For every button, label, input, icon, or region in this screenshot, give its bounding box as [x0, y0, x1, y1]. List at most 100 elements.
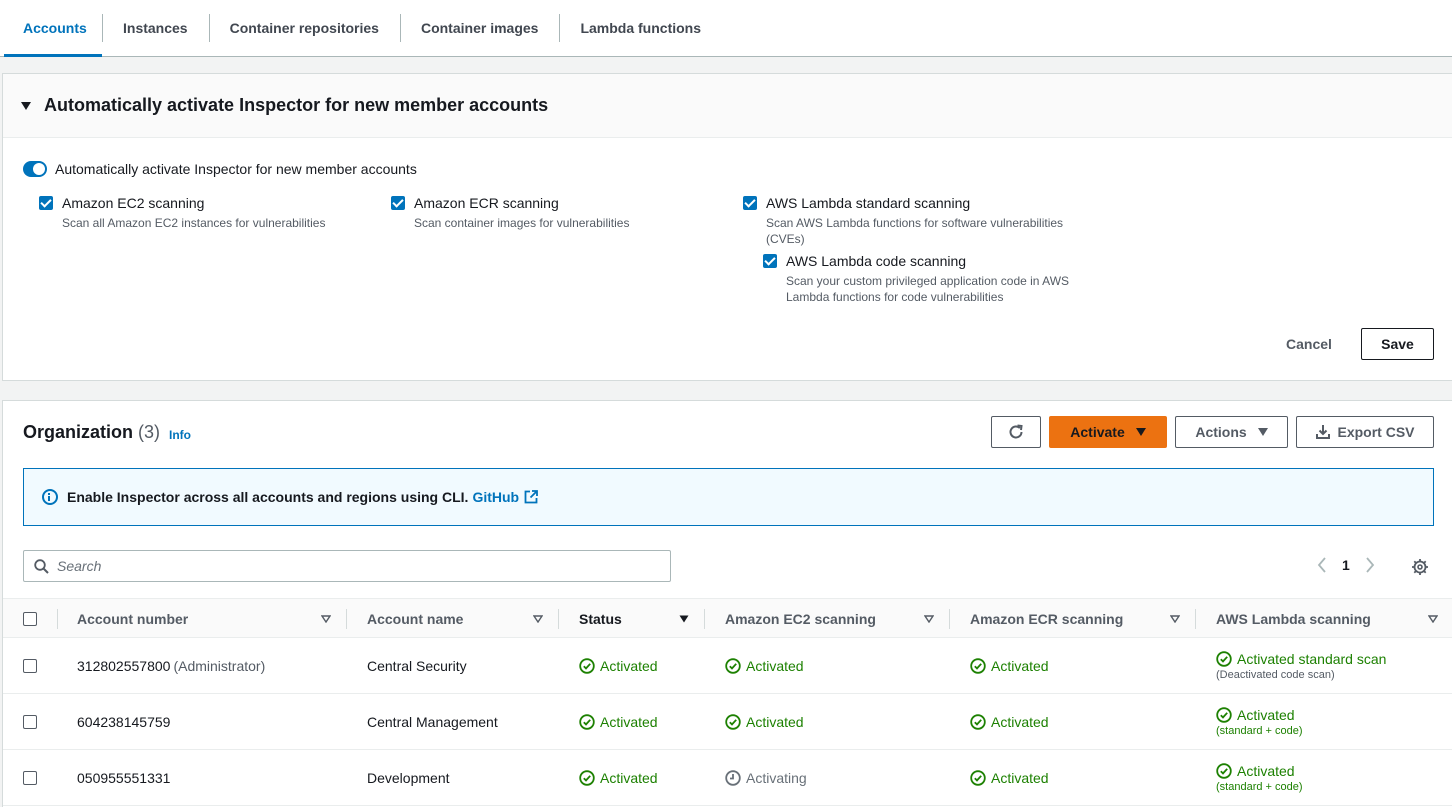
- column-status[interactable]: Status: [579, 599, 622, 638]
- column-separator: [1195, 609, 1196, 629]
- account-number: 050955551331: [77, 769, 171, 786]
- lambda-standard-scanning-checkbox[interactable]: [743, 196, 757, 210]
- tab-accounts[interactable]: Accounts: [0, 0, 102, 57]
- check-circle-icon: [1216, 762, 1232, 779]
- account-number-cell: 050955551331: [77, 750, 170, 805]
- status-cell: Activated: [579, 694, 658, 749]
- external-link-icon[interactable]: [524, 490, 538, 504]
- auto-activate-toggle[interactable]: [23, 161, 47, 177]
- sort-icon[interactable]: [679, 615, 689, 623]
- check-circle-icon: [1216, 650, 1232, 667]
- chevron-right-icon[interactable]: [1365, 557, 1375, 573]
- tab-container-repositories[interactable]: Container repositories: [208, 0, 400, 56]
- column-separator: [949, 609, 950, 629]
- export-csv-button[interactable]: Export CSV: [1296, 416, 1434, 448]
- organization-panel: Organization (3) Info Activate Actions E…: [2, 400, 1452, 807]
- table-row[interactable]: 604238145759 Central Management Activate…: [3, 694, 1452, 750]
- row-checkbox[interactable]: [23, 658, 37, 673]
- column-separator: [704, 609, 705, 629]
- caret-down-icon: [1257, 428, 1268, 436]
- ec2-cell: Activated: [725, 638, 804, 693]
- ecr-status-text: Activated: [991, 713, 1049, 730]
- account-number: 604238145759: [77, 713, 171, 730]
- auto-activate-toggle-label: Automatically activate Inspector for new…: [55, 161, 417, 177]
- check-circle-icon: [579, 769, 595, 786]
- ecr-status-text: Activated: [991, 769, 1049, 786]
- sort-icon[interactable]: [1170, 615, 1180, 623]
- ecr-scanning-option: Amazon ECR scanning Scan container image…: [391, 195, 629, 231]
- search-box: [23, 550, 671, 582]
- auto-activate-header[interactable]: Automatically activate Inspector for new…: [3, 74, 1452, 138]
- check-circle-icon: [970, 657, 986, 674]
- lambda-standard-scanning-label: AWS Lambda standard scanning: [766, 195, 971, 211]
- lambda-code-scanning-checkbox[interactable]: [763, 254, 777, 268]
- check-circle-icon: [1216, 706, 1232, 723]
- organization-count: (3): [138, 422, 161, 442]
- lambda-status-text: Activated: [1237, 762, 1295, 779]
- check-circle-icon: [970, 713, 986, 730]
- activate-button-label: Activate: [1070, 424, 1125, 440]
- column-account-name[interactable]: Account name: [367, 599, 463, 638]
- ec2-scanning-option: Amazon EC2 scanning Scan all Amazon EC2 …: [39, 195, 325, 231]
- auto-activate-toggle-row: Automatically activate Inspector for new…: [23, 161, 417, 177]
- ecr-cell: Activated: [970, 638, 1049, 693]
- table-row[interactable]: 050955551331 Development Activated Activ…: [3, 750, 1452, 806]
- actions-button-label: Actions: [1195, 424, 1247, 440]
- info-link[interactable]: Info: [169, 428, 191, 442]
- tab-container-images[interactable]: Container images: [399, 0, 559, 56]
- sort-icon[interactable]: [533, 615, 543, 623]
- ec2-status-text: Activating: [746, 769, 807, 786]
- check-circle-icon: [725, 713, 741, 730]
- lambda-standard-scanning-option: AWS Lambda standard scanning Scan AWS La…: [743, 195, 1083, 247]
- column-ecr-scanning[interactable]: Amazon ECR scanning: [970, 599, 1123, 638]
- cancel-button[interactable]: Cancel: [1274, 328, 1344, 360]
- column-separator: [558, 609, 559, 629]
- save-button[interactable]: Save: [1361, 328, 1434, 360]
- column-account-number[interactable]: Account number: [77, 599, 188, 638]
- actions-button[interactable]: Actions: [1175, 416, 1288, 448]
- row-checkbox[interactable]: [23, 770, 37, 785]
- column-lambda-scanning[interactable]: AWS Lambda scanning: [1216, 599, 1371, 638]
- refresh-button[interactable]: [991, 416, 1041, 448]
- tab-lambda-functions[interactable]: Lambda functions: [559, 0, 722, 56]
- auto-activate-title: Automatically activate Inspector for new…: [44, 95, 549, 115]
- activate-button[interactable]: Activate: [1049, 416, 1167, 448]
- gear-icon[interactable]: [1411, 558, 1429, 576]
- cli-info-alert: Enable Inspector across all accounts and…: [23, 468, 1434, 526]
- tab-instances[interactable]: Instances: [102, 0, 209, 56]
- ecr-scanning-desc: Scan container images for vulnerabilitie…: [414, 216, 630, 230]
- check-circle-icon: [970, 769, 986, 786]
- alert-text: Enable Inspector across all accounts and…: [67, 489, 469, 505]
- lambda-status-text: Activated: [1237, 706, 1295, 723]
- sort-icon[interactable]: [1428, 615, 1438, 623]
- sort-icon[interactable]: [924, 615, 934, 623]
- ecr-cell: Activated: [970, 750, 1049, 805]
- ec2-scanning-checkbox[interactable]: [39, 196, 53, 210]
- account-number-cell: 312802557800 (Administrator): [77, 638, 265, 693]
- refresh-icon: [1009, 424, 1023, 439]
- select-all-checkbox[interactable]: [23, 611, 37, 626]
- search-input[interactable]: [57, 558, 657, 574]
- sort-icon[interactable]: [321, 615, 331, 623]
- ecr-scanning-checkbox[interactable]: [391, 196, 405, 210]
- lambda-status-text: Activated standard scan: [1237, 650, 1387, 667]
- row-select-cell: [23, 750, 37, 805]
- check-circle-icon: [579, 713, 595, 730]
- ec2-status-text: Activated: [746, 713, 804, 730]
- search-icon: [34, 558, 49, 574]
- row-select-cell: [23, 694, 37, 749]
- status-text: Activated: [600, 657, 658, 674]
- ec2-scanning-label: Amazon EC2 scanning: [62, 195, 205, 211]
- current-page[interactable]: 1: [1342, 557, 1350, 573]
- row-checkbox[interactable]: [23, 714, 37, 729]
- download-icon: [1316, 425, 1331, 439]
- accounts-table: Account number Account name Status Amazo…: [3, 598, 1452, 806]
- github-link[interactable]: GitHub: [472, 489, 519, 505]
- row-select-cell: [23, 638, 37, 693]
- chevron-left-icon[interactable]: [1317, 557, 1327, 573]
- table-row[interactable]: 312802557800 (Administrator) Central Sec…: [3, 638, 1452, 694]
- tab-bar: Accounts Instances Container repositorie…: [0, 0, 1452, 57]
- column-ec2-scanning[interactable]: Amazon EC2 scanning: [725, 599, 876, 638]
- account-name: Central Security: [367, 657, 467, 674]
- clock-icon: [725, 769, 741, 786]
